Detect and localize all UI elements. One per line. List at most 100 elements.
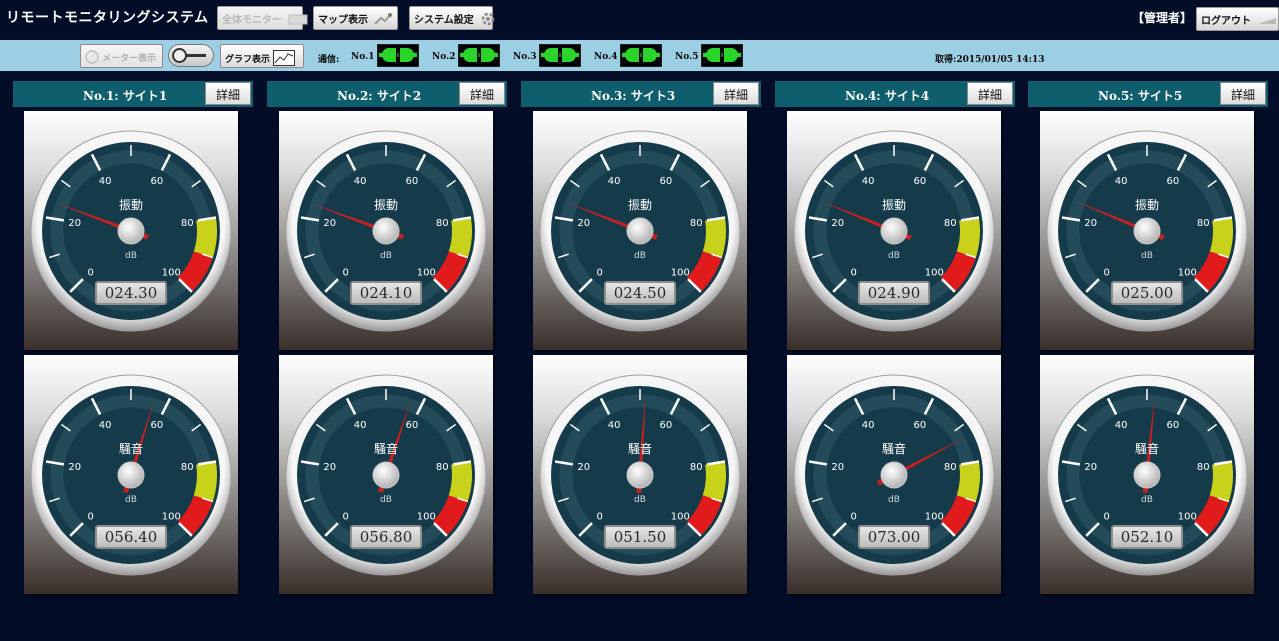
overview-monitor-button[interactable]: 全体モニター <box>217 6 308 30</box>
connection-label-4: No.4 <box>594 52 618 62</box>
graph-view-button[interactable]: グラフ表示 <box>220 44 304 68</box>
detail-button[interactable]: 詳細 <box>459 82 505 105</box>
gauge-tick-label: 40 <box>862 420 875 431</box>
noise-gauge-panel: 0 20 40 60 80 100 騒音 dB 073.00 <box>787 355 1001 594</box>
vibration-gauge-dial: 0 20 40 60 80 100 <box>1046 130 1248 332</box>
meter-icon <box>85 50 99 67</box>
detail-button[interactable]: 詳細 <box>1220 82 1266 105</box>
detail-button[interactable]: 詳細 <box>713 82 759 105</box>
site-title: No.4: サイト4 <box>845 89 930 103</box>
map-icon <box>374 12 393 29</box>
gauge-tick-label: 80 <box>944 462 957 473</box>
gauge-tick-label: 40 <box>354 176 367 187</box>
gauge-tick-label: 100 <box>925 511 944 522</box>
monitor-icon <box>288 13 308 28</box>
gauge-tick-label: 100 <box>671 267 690 278</box>
gauge-tick-label: 60 <box>1167 420 1180 431</box>
vibration-gauge-dial: 0 20 40 60 80 100 <box>30 130 232 332</box>
gauge-tick-label: 40 <box>608 420 621 431</box>
gauge-tick-label: 100 <box>417 511 436 522</box>
gauge-label: 振動 <box>373 198 398 212</box>
connection-label-2: No.2 <box>432 52 456 62</box>
noise-gauge-dial: 0 20 40 60 80 100 <box>793 374 995 576</box>
gauge-value-readout: 024.90 <box>858 281 930 305</box>
gauge-tick-label: 40 <box>354 420 367 431</box>
toggle-bar <box>186 54 206 57</box>
connection-plug-icon <box>377 44 419 67</box>
gauge-tick-label: 100 <box>1178 267 1197 278</box>
gauge-tick-label: 80 <box>436 218 449 229</box>
gauge-tick-label: 80 <box>181 218 194 229</box>
gauge-tick-label: 80 <box>1197 462 1210 473</box>
gauge-value-readout: 024.30 <box>95 281 167 305</box>
gauge-tick-label: 20 <box>577 462 590 473</box>
noise-gauge-panel: 0 20 40 60 80 100 騒音 dB 056.80 <box>279 355 493 594</box>
gauge-hub <box>1133 461 1161 489</box>
noise-gauge-dial: 0 20 40 60 80 100 <box>1046 374 1248 576</box>
gauge-unit: dB <box>125 495 137 505</box>
gauge-label: 振動 <box>881 198 906 212</box>
gauge-value-readout: 024.50 <box>604 281 676 305</box>
system-settings-label: システム設定 <box>414 15 474 26</box>
meter-view-button[interactable]: メーター表示 <box>80 44 163 68</box>
site-header: No.5: サイト5 詳細 <box>1028 81 1268 107</box>
gauge-hub <box>117 217 145 245</box>
connection-plug-icon <box>458 44 500 67</box>
system-settings-button[interactable]: システム設定 <box>409 6 495 30</box>
view-toggle-switch[interactable] <box>168 44 214 67</box>
gauge-tick-label: 20 <box>577 218 590 229</box>
gauge-tick-label: 80 <box>944 218 957 229</box>
gauge-unit: dB <box>125 251 137 261</box>
toggle-knob <box>172 48 187 63</box>
gauge-tick-label: 80 <box>690 218 703 229</box>
logout-icon <box>1257 14 1277 29</box>
gauge-tick-label: 40 <box>99 420 112 431</box>
gauge-unit: dB <box>634 495 646 505</box>
site-header: No.4: サイト4 詳細 <box>775 81 1015 107</box>
gauge-hub <box>117 461 145 489</box>
logout-button[interactable]: ログアウト <box>1196 7 1279 31</box>
gauge-tick-label: 0 <box>851 511 857 522</box>
noise-gauge-dial: 0 20 40 60 80 100 <box>285 374 487 576</box>
gauge-tick-label: 0 <box>88 511 94 522</box>
gauge-tick-label: 100 <box>162 267 181 278</box>
gauge-value-readout: 024.10 <box>350 281 422 305</box>
gauge-tick-label: 0 <box>88 267 94 278</box>
gauge-hub <box>880 461 908 489</box>
vibration-gauge-panel: 0 20 40 60 80 100 振動 dB 025.00 <box>1040 111 1254 350</box>
line-graph-icon <box>273 50 296 69</box>
map-view-button[interactable]: マップ表示 <box>313 6 398 30</box>
gauge-tick-label: 20 <box>831 218 844 229</box>
gauge-label: 騒音 <box>118 442 143 456</box>
noise-gauge-dial: 0 20 40 60 80 100 <box>539 374 741 576</box>
gauge-tick-label: 60 <box>914 176 927 187</box>
gauge-label: 振動 <box>1134 198 1159 212</box>
gauge-tick-label: 20 <box>1084 462 1097 473</box>
vibration-gauge-dial: 0 20 40 60 80 100 <box>539 130 741 332</box>
gauge-tick-label: 20 <box>68 462 81 473</box>
detail-button[interactable]: 詳細 <box>205 82 251 105</box>
detail-button[interactable]: 詳細 <box>967 82 1013 105</box>
gauge-label: 騒音 <box>1134 442 1159 456</box>
gauge-value-readout: 056.40 <box>95 525 167 549</box>
gauge-hub <box>880 217 908 245</box>
site-header: No.1: サイト1 詳細 <box>13 81 253 107</box>
gauge-tick-label: 0 <box>597 267 603 278</box>
gauge-tick-label: 100 <box>417 267 436 278</box>
gauge-unit: dB <box>1141 495 1153 505</box>
noise-gauge-panel: 0 20 40 60 80 100 騒音 dB 052.10 <box>1040 355 1254 594</box>
connection-plug-icon <box>701 44 743 67</box>
gauge-tick-label: 60 <box>914 420 927 431</box>
noise-gauge-dial: 0 20 40 60 80 100 <box>30 374 232 576</box>
gauge-label: 騒音 <box>881 442 906 456</box>
connection-label-3: No.3 <box>513 52 537 62</box>
connection-plug-icon <box>620 44 662 67</box>
gauge-tick-label: 60 <box>151 176 164 187</box>
connection-label-1: No.1 <box>351 52 375 62</box>
gauge-tick-label: 40 <box>862 176 875 187</box>
gauge-tick-label: 100 <box>1178 511 1197 522</box>
connection-label-5: No.5 <box>675 52 699 62</box>
gauge-tick-label: 60 <box>1167 176 1180 187</box>
gauge-label: 騒音 <box>627 442 652 456</box>
logout-label: ログアウト <box>1201 16 1251 27</box>
